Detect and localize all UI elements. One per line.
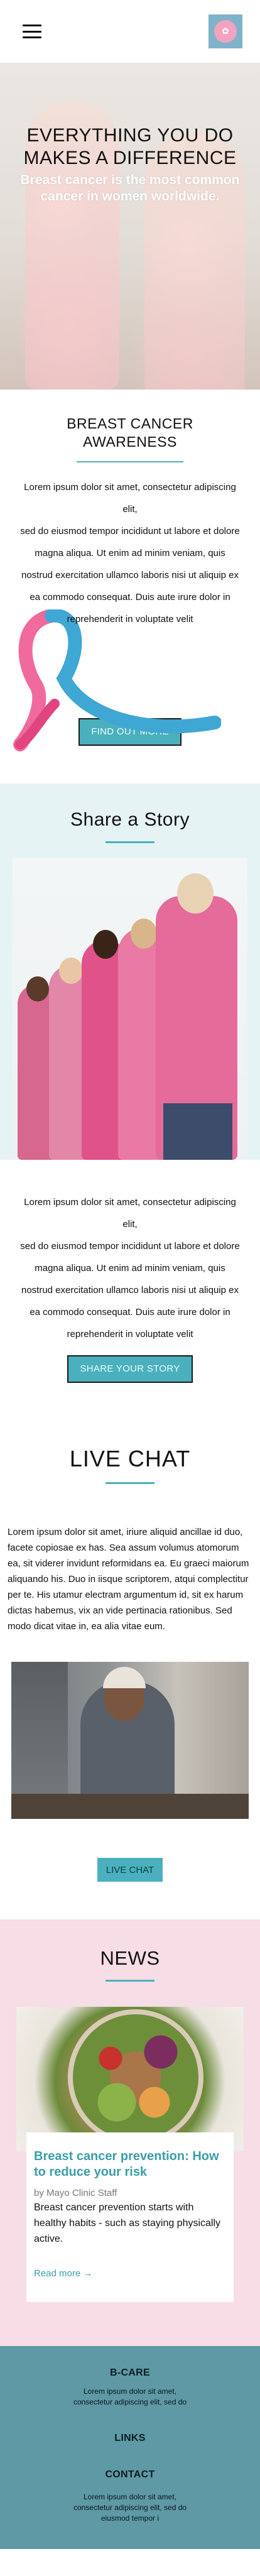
b-care-logo[interactable]: ✿ bbox=[209, 14, 242, 48]
news-card-text: Breast cancer prevention starts with hea… bbox=[34, 2202, 221, 2244]
hamburger-icon[interactable] bbox=[23, 25, 41, 38]
footer-brand-text: Lorem ipsum dolor sit amet, consectetur … bbox=[73, 2387, 187, 2406]
footer-contact-heading: CONTACT bbox=[105, 2469, 155, 2480]
site-footer: B-CARE Lorem ipsum dolor sit amet, conse… bbox=[0, 2346, 260, 2549]
awareness-line-2: sed do eiusmod tempor incididunt ut labo… bbox=[20, 526, 240, 625]
news-card[interactable]: Breast cancer prevention: How to reduce … bbox=[16, 2007, 244, 2302]
site-header: ✿ bbox=[0, 0, 260, 63]
title-underline bbox=[77, 461, 183, 462]
awareness-line-1: Lorem ipsum dolor sit amet, consectetur … bbox=[24, 482, 236, 515]
footer-contact-text: Lorem ipsum dolor sit amet, consectetur … bbox=[73, 2492, 187, 2523]
awareness-section: BREAST CANCER AWARENESS Lorem ipsum dolo… bbox=[0, 390, 260, 783]
live-chat-section: LIVE CHAT Lorem ipsum dolor sit amet, ir… bbox=[0, 1421, 260, 1919]
footer-links-heading[interactable]: LINKS bbox=[0, 2433, 260, 2444]
hero-subtitle: Breast cancer is the most common cancer … bbox=[20, 173, 240, 204]
share-your-story-button[interactable]: SHARE YOUR STORY bbox=[67, 1355, 193, 1383]
awareness-ribbon-icon bbox=[13, 609, 221, 751]
woman-with-phone-photo bbox=[11, 1662, 249, 1819]
story-line-2: sed do eiusmod tempor incididunt ut labo… bbox=[20, 1241, 240, 1340]
news-card-title[interactable]: Breast cancer prevention: How to reduce … bbox=[34, 2149, 226, 2180]
live-chat-button[interactable]: LIVE CHAT bbox=[97, 1858, 163, 1882]
read-more-link[interactable]: Read more → bbox=[34, 2268, 92, 2279]
news-card-byline: by Mayo Clinic Staff bbox=[34, 2188, 117, 2198]
news-title: NEWS bbox=[100, 1947, 160, 1969]
story-title: Share a Story bbox=[70, 809, 190, 830]
share-story-section: Share a Story Lorem ipsum dolor sit amet… bbox=[0, 783, 260, 1421]
story-body: Lorem ipsum dolor sit amet, consectetur … bbox=[0, 1191, 260, 1345]
news-section: NEWS Breast cancer prevention: How to re… bbox=[0, 1919, 260, 2346]
women-group-photo bbox=[13, 858, 247, 1160]
awareness-body: Lorem ipsum dolor sit amet, consectetur … bbox=[0, 476, 260, 630]
hero-banner: EVERYTHING YOU DO MAKES A DIFFERENCE Bre… bbox=[0, 63, 260, 390]
awareness-title: BREAST CANCER AWARENESS bbox=[67, 415, 193, 450]
title-underline bbox=[106, 841, 154, 843]
footer-brand: B-CARE bbox=[109, 2367, 151, 2378]
title-underline bbox=[106, 1980, 154, 1982]
healthy-food-bowl-photo bbox=[16, 2007, 244, 2151]
logo-mark: ✿ bbox=[214, 20, 237, 43]
hero-title: EVERYTHING YOU DO MAKES A DIFFERENCE bbox=[23, 125, 237, 168]
live-chat-text: Lorem ipsum dolor sit amet, iriure aliqu… bbox=[8, 1527, 249, 1632]
title-underline bbox=[106, 1482, 154, 1484]
live-chat-title: LIVE CHAT bbox=[69, 1446, 191, 1471]
story-line-1: Lorem ipsum dolor sit amet, consectetur … bbox=[24, 1197, 236, 1230]
